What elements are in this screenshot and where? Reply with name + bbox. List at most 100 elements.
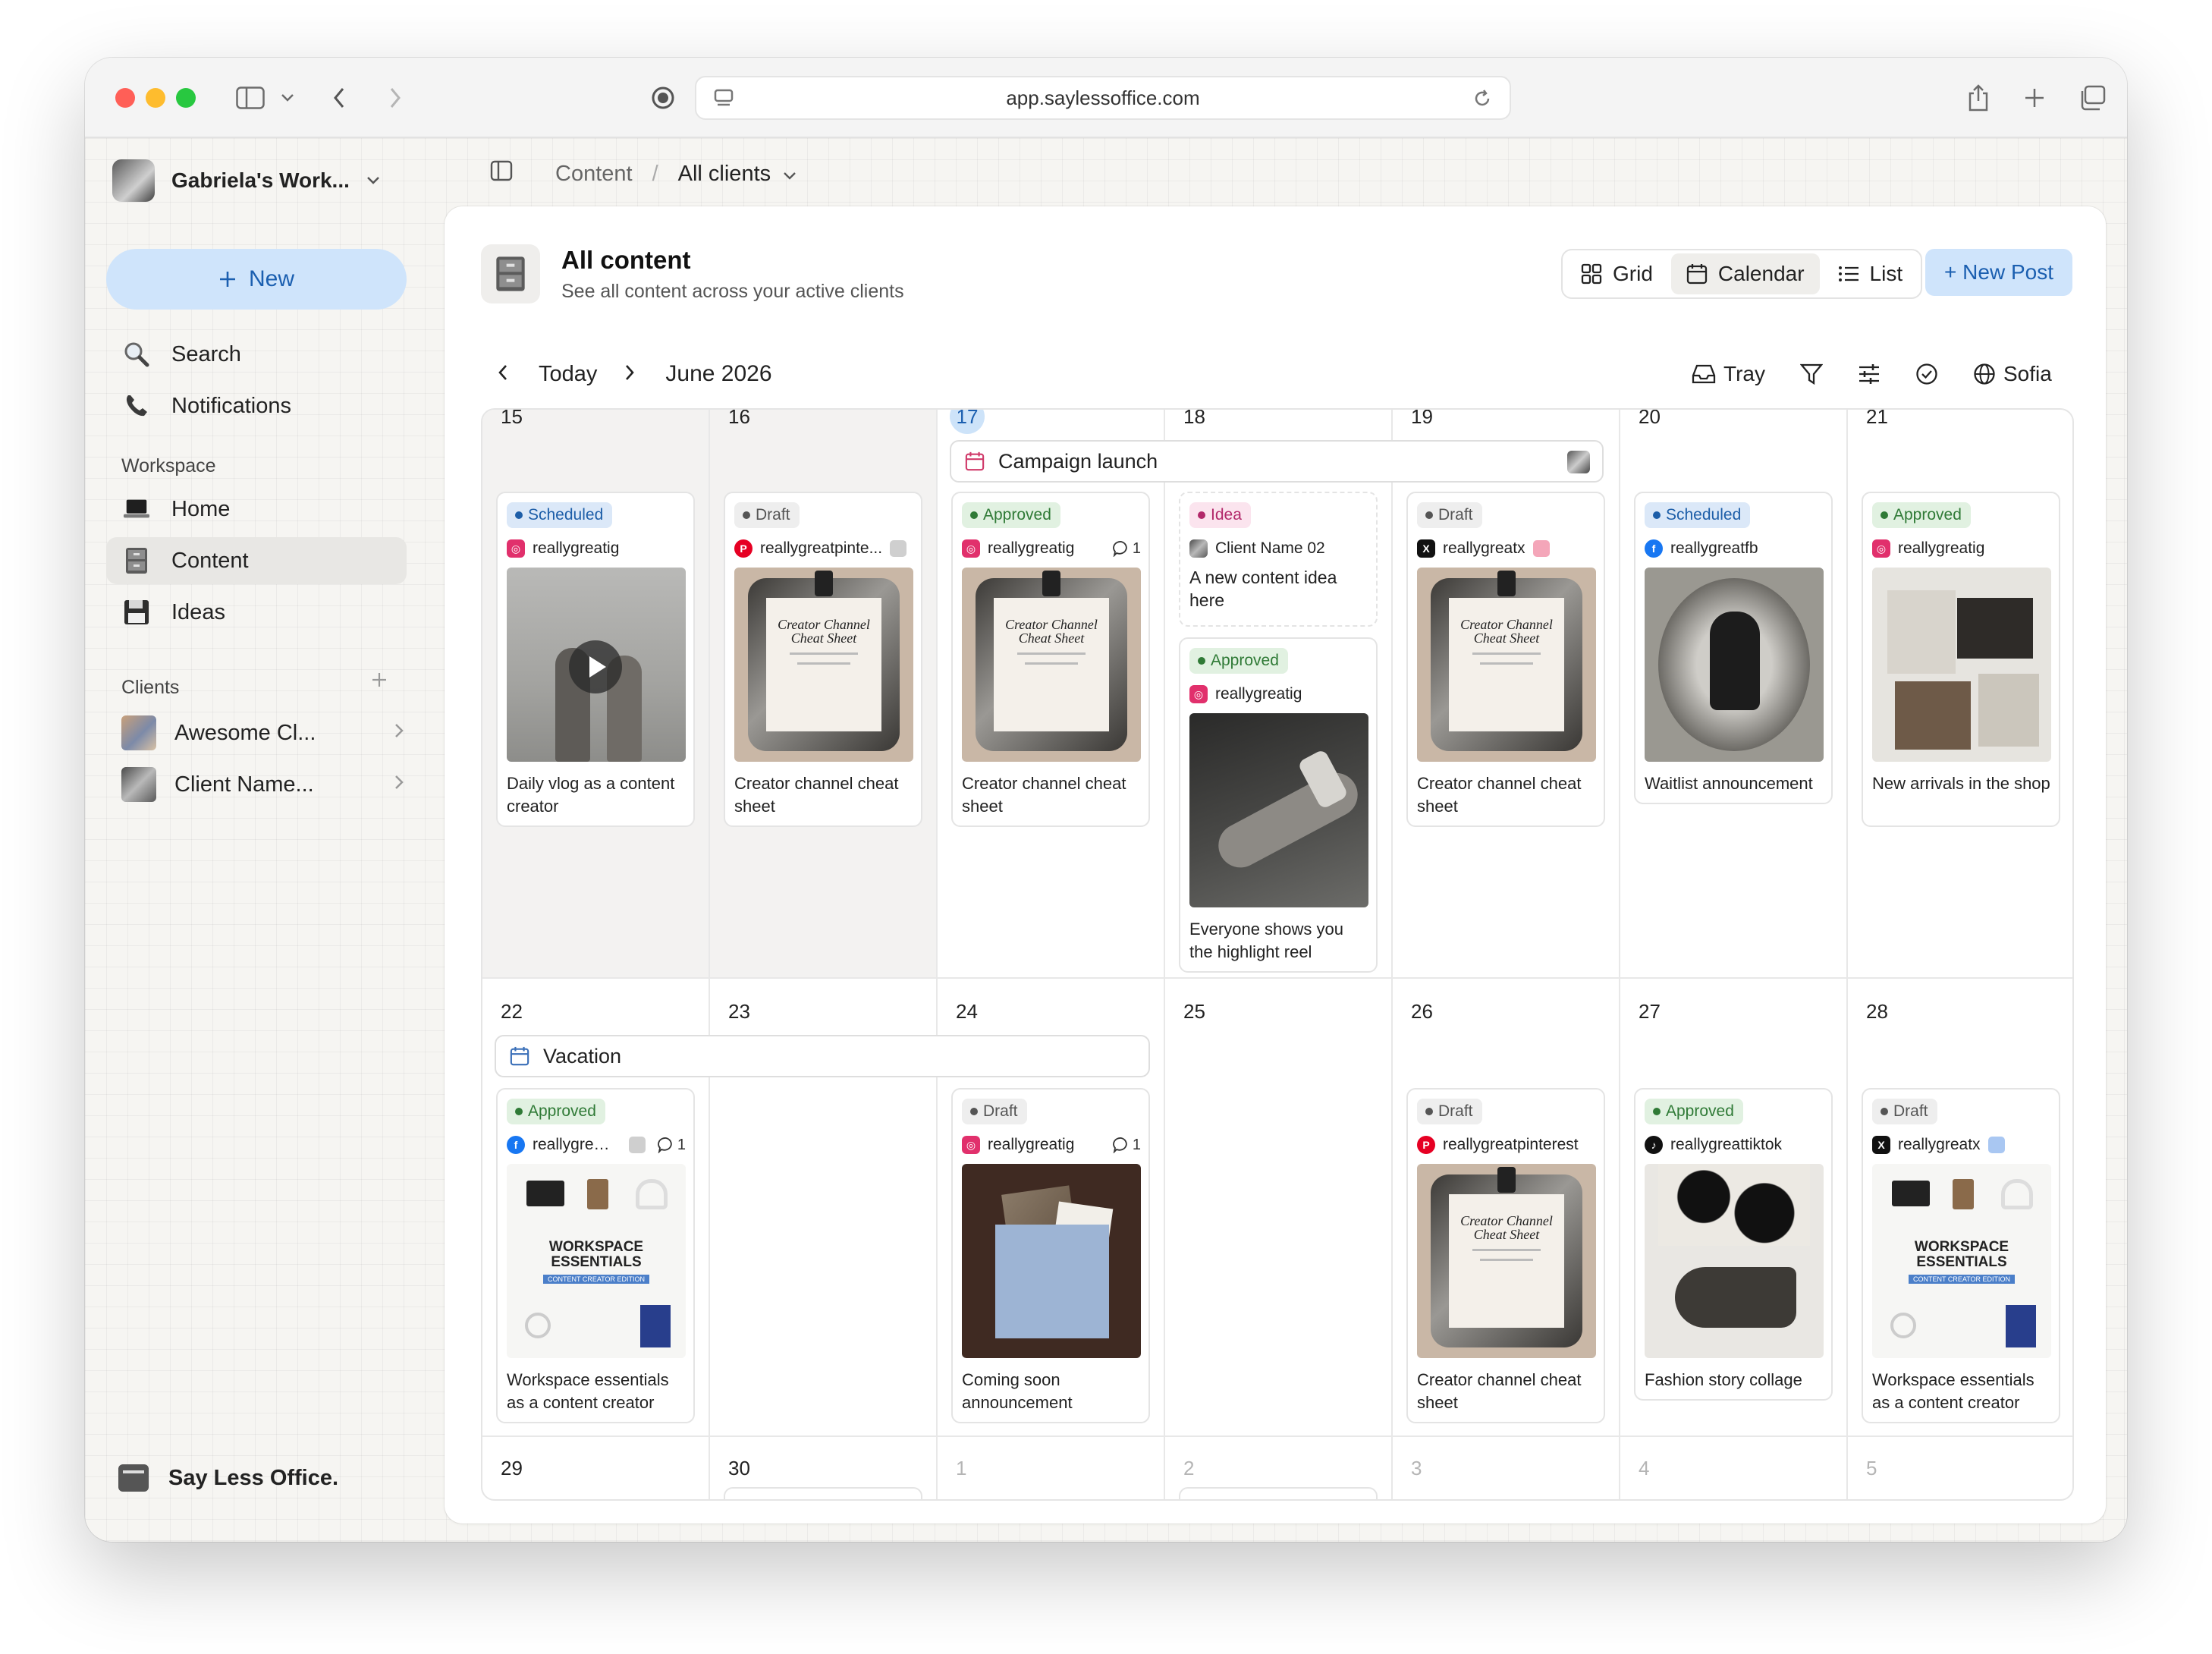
post-thumbnail	[1645, 1164, 1824, 1358]
new-post-button[interactable]: + New Post	[1925, 249, 2072, 296]
notebook-icon	[2006, 1305, 2036, 1347]
comment-number: 1	[1132, 539, 1141, 557]
post-caption: Creator channel cheat sheet	[1417, 774, 1582, 816]
check-button[interactable]	[1915, 363, 1938, 385]
sidebar-client-name[interactable]: Client Name...	[121, 763, 404, 806]
thumbnail-title: Creator Channel Cheat Sheet	[1460, 1213, 1553, 1242]
day-cell[interactable]: 3	[1393, 1437, 1620, 1499]
breadcrumb-root[interactable]: Content	[555, 162, 633, 187]
post-thumbnail	[1645, 568, 1824, 762]
share-icon[interactable]	[1965, 83, 1992, 112]
post-caption: Creator channel cheat sheet	[962, 774, 1126, 816]
post-card[interactable]: Approved f reallygreatfb 1 WORKSPACE ESS…	[496, 1088, 695, 1423]
client-filter-dropdown[interactable]: All clients	[678, 162, 797, 187]
post-account: P reallygreatpinterest	[1417, 1134, 1596, 1156]
zoom-window-button[interactable]	[176, 88, 196, 108]
sidebar-item-home[interactable]: Home	[106, 486, 407, 533]
reload-icon[interactable]	[1472, 88, 1493, 115]
shoe-shape	[1675, 1267, 1796, 1328]
view-label: Calendar	[1717, 262, 1805, 285]
clip-icon	[1497, 1167, 1516, 1193]
status-badge: Approved	[1189, 648, 1288, 674]
status-badge: Draft	[1872, 1099, 1937, 1124]
new-tab-icon[interactable]	[2021, 83, 2048, 112]
minimize-window-button[interactable]	[146, 88, 165, 108]
add-client-icon[interactable]	[370, 671, 388, 693]
event-label: Campaign launch	[998, 449, 1158, 473]
workspace-switcher[interactable]: Gabriela's Work...	[112, 159, 380, 202]
timezone-button[interactable]: Sofia	[1973, 362, 2052, 386]
sidebar-item-notifications[interactable]: Notifications	[106, 382, 407, 429]
sidebar-item-search[interactable]: Search	[106, 331, 407, 378]
forward-icon[interactable]	[384, 83, 407, 112]
instagram-icon: ◎	[962, 1136, 980, 1154]
status-badge: Approved	[1645, 1099, 1743, 1124]
sidebar-item-label: Notifications	[171, 393, 291, 418]
sidebar-client-awesome[interactable]: Awesome Cl...	[121, 712, 404, 754]
day-cell[interactable]: 4	[1620, 1437, 1848, 1499]
post-card[interactable]: Draft P reallygreatpinte... Creator Chan…	[724, 492, 922, 827]
chevron-right-icon	[394, 722, 404, 744]
view-label: Grid	[1613, 262, 1653, 285]
close-window-button[interactable]	[115, 88, 135, 108]
event-campaign-launch[interactable]: Campaign launch	[950, 440, 1604, 483]
post-card[interactable]: Approved ◎ reallygreatig New arrivals in…	[1862, 492, 2060, 827]
day-cell[interactable]: 29	[482, 1437, 710, 1499]
filter-button[interactable]	[1799, 363, 1823, 385]
comment-icon	[658, 1137, 672, 1153]
calendar-navigation: Today June 2026	[498, 355, 772, 393]
post-card[interactable]: Draft X reallygreatx WORKSPACE ESSENTIAL…	[1862, 1088, 2060, 1423]
view-list-button[interactable]: List	[1823, 253, 1918, 294]
address-bar[interactable]: app.saylessoffice.com	[695, 76, 1511, 120]
phone-icon	[123, 392, 150, 420]
post-card[interactable]: Approved ♪ reallygreattiktok Fashion sto…	[1634, 1088, 1833, 1401]
event-vacation[interactable]: Vacation	[495, 1035, 1150, 1077]
today-button[interactable]: Today	[539, 362, 597, 387]
day-cell[interactable]: 25	[1165, 979, 1393, 1437]
post-card[interactable]: Scheduled f reallygreatfb Waitlist annou…	[1634, 492, 1833, 804]
instagram-icon: ◎	[962, 539, 980, 558]
client-name: Client Name 02	[1215, 539, 1325, 557]
chevron-left-icon[interactable]	[498, 362, 508, 387]
x-platform-icon	[890, 540, 907, 557]
tab-overview-icon[interactable]	[2077, 83, 2107, 112]
tray-button[interactable]: Tray	[1692, 362, 1765, 386]
list-icon	[1838, 266, 1859, 281]
post-card[interactable]: Draft P reallygreatpinterest Creator Cha…	[1406, 1088, 1605, 1423]
chevron-down-icon	[784, 171, 797, 180]
view-calendar-button[interactable]: Calendar	[1670, 253, 1820, 294]
day-cell[interactable]: 5	[1848, 1437, 2072, 1499]
idea-card[interactable]: Idea Client Name 02 A new content idea h…	[1179, 492, 1378, 627]
post-card[interactable]: Approved ◎ reallygreatig 1 Creator Chann…	[951, 492, 1150, 827]
post-thumbnail	[962, 1164, 1141, 1358]
comment-count[interactable]: 1	[1113, 540, 1141, 558]
timezone-label: Sofia	[2003, 362, 2052, 385]
post-account: ◎ reallygreatig	[507, 537, 686, 560]
post-card[interactable]: Draft ◎ reallygreatig 1 Coming soon anno…	[951, 1088, 1150, 1423]
post-card[interactable]: Scheduled ◎ reallygreatig Daily vlog as …	[496, 492, 695, 827]
post-card[interactable]: Draft X reallygreatx Creator Channel Che…	[1406, 492, 1605, 827]
page-menu-icon[interactable]	[713, 88, 734, 115]
day-number: 5	[1866, 1457, 1877, 1479]
status-badge: Scheduled	[507, 502, 613, 528]
panel-toggle-icon[interactable]	[490, 160, 513, 187]
sidebar-item-ideas[interactable]: Ideas	[106, 589, 407, 636]
comment-count[interactable]: 1	[1113, 1137, 1141, 1154]
settings-sliders-button[interactable]	[1858, 363, 1881, 385]
status-badge: Draft	[962, 1099, 1027, 1124]
post-card[interactable]: Approved ◎ reallygreatig Everyone shows …	[1179, 637, 1378, 973]
privacy-report-icon[interactable]	[649, 83, 677, 112]
day-cell[interactable]: 1	[938, 1437, 1165, 1499]
play-icon[interactable]	[569, 640, 622, 693]
view-grid-button[interactable]: Grid	[1566, 253, 1668, 294]
day-number: 24	[956, 1000, 978, 1023]
sidebar-toggle-icon[interactable]	[234, 83, 267, 112]
sidebar-item-content[interactable]: Content	[106, 537, 407, 584]
post-card[interactable]	[1179, 1487, 1378, 1499]
back-icon[interactable]	[328, 83, 350, 112]
chevron-down-icon[interactable]	[278, 83, 297, 112]
post-card[interactable]	[724, 1487, 922, 1499]
comment-count[interactable]: 1	[658, 1137, 686, 1154]
new-button[interactable]: New	[106, 249, 407, 310]
chevron-right-icon[interactable]	[624, 362, 635, 387]
